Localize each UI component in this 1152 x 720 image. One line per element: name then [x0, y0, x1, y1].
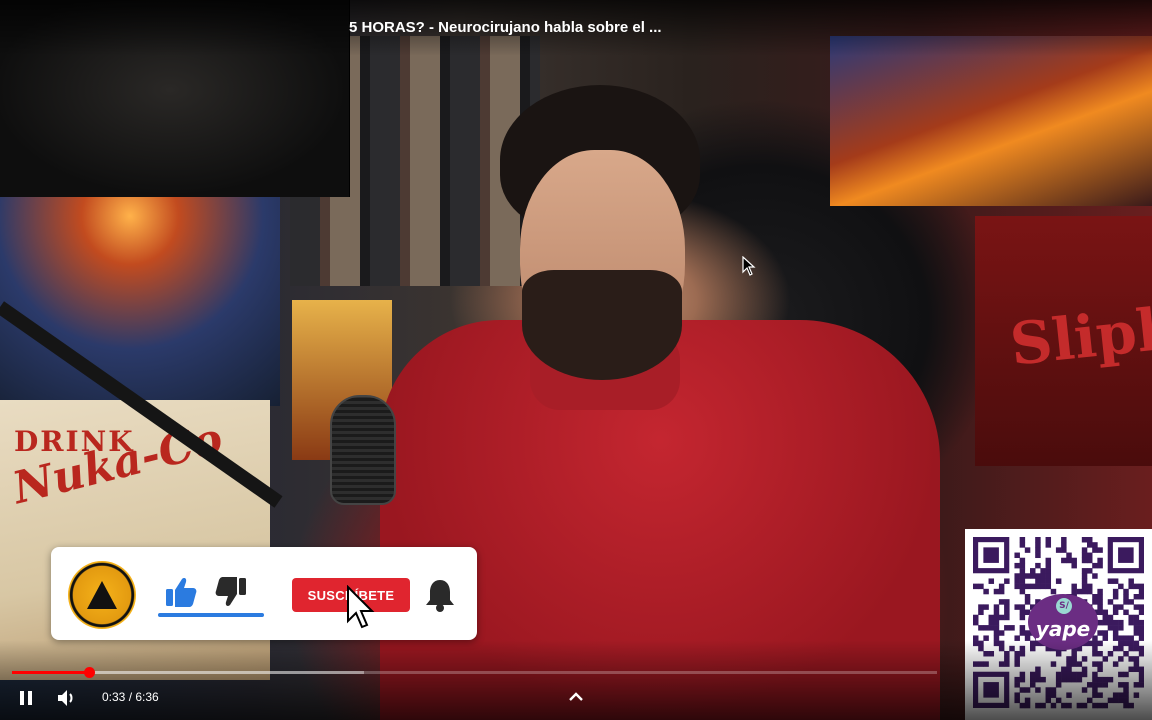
played-bar	[12, 671, 89, 674]
progress-bar[interactable]	[12, 667, 937, 678]
microphone	[330, 395, 396, 505]
pause-icon[interactable]	[14, 686, 38, 710]
yape-brand: yape	[1035, 617, 1091, 641]
thumbs-down-icon[interactable]	[214, 575, 248, 609]
bell-icon[interactable]	[423, 577, 457, 613]
mouse-cursor-icon	[742, 256, 756, 276]
video-title[interactable]: 5 HORAS? - Neurocirujano habla sobre el …	[349, 19, 662, 36]
background-poster	[830, 36, 1152, 206]
the-wild-project-logo-icon	[68, 561, 136, 629]
subscribe-card: SUSCRÍBETE	[51, 547, 477, 640]
yape-badge: S/	[1056, 598, 1072, 614]
picture-in-picture-overlay	[0, 0, 350, 197]
background-poster	[0, 196, 280, 406]
hand-cursor-icon	[347, 585, 375, 629]
chevron-up-icon[interactable]	[566, 687, 586, 707]
time-display: 0:33 / 6:36	[102, 690, 159, 704]
scrubber-handle[interactable]	[83, 667, 95, 678]
person-beard	[522, 270, 682, 380]
thumbs-up-icon[interactable]	[164, 575, 198, 609]
volume-icon[interactable]	[54, 686, 78, 710]
controls-gradient	[0, 640, 1152, 720]
like-ratio-bar	[158, 613, 264, 617]
